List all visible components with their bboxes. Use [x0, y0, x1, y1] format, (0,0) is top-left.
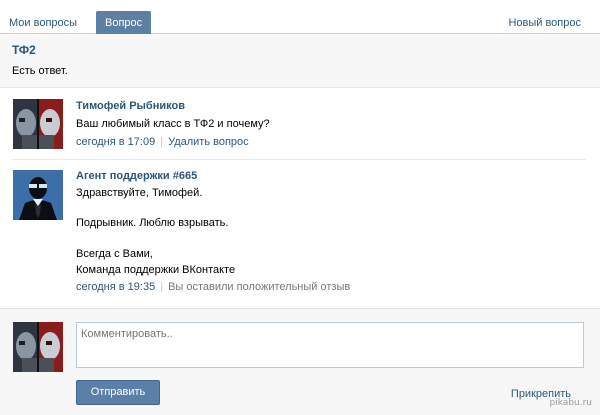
message-line: Здравствуйте, Тимофей. — [76, 187, 203, 199]
support-agent-avatar-icon — [13, 170, 63, 220]
question-header: ТФ2 Есть ответ. — [0, 34, 600, 88]
message-meta: сегодня в 17:09 | Удалить вопрос — [76, 136, 249, 148]
message-time[interactable]: сегодня в 19:35 — [76, 281, 155, 293]
tab-my-questions[interactable]: Мои вопросы — [0, 12, 86, 34]
tab-question[interactable]: Вопрос — [96, 11, 152, 35]
message-question: Тимофей Рыбников Ваш любимый класс в ТФ2… — [0, 98, 600, 158]
meta-separator: | — [160, 281, 164, 293]
avatar[interactable] — [13, 170, 63, 220]
question-title: ТФ2 — [12, 43, 36, 57]
message-author[interactable]: Агент поддержки #665 — [76, 170, 197, 182]
tab-bar: Мои вопросы Вопрос Новый вопрос — [0, 0, 600, 35]
watermark: pikabu.ru — [549, 398, 592, 408]
rating-note: Вы оставили положительный отзыв — [168, 281, 351, 293]
message-line: Всегда с Вами, — [76, 248, 153, 260]
message-author[interactable]: Тимофей Рыбников — [76, 100, 185, 112]
avatar[interactable] — [13, 99, 63, 149]
question-status: Есть ответ. — [12, 65, 68, 77]
message-line: Команда поддержки ВКонтакте — [76, 264, 236, 276]
message-answer: Агент поддержки #665 Здравствуйте, Тимоф… — [0, 170, 600, 298]
message-time[interactable]: сегодня в 17:09 — [76, 136, 155, 148]
message-text: Ваш любимый класс в ТФ2 и почему? — [76, 118, 270, 130]
new-question-link[interactable]: Новый вопрос — [499, 12, 590, 34]
message-meta: сегодня в 19:35 | Вы оставили положительны… — [76, 281, 350, 293]
user-avatar-icon — [13, 322, 63, 372]
send-button[interactable]: Отправить — [76, 380, 160, 405]
delete-question-link[interactable]: Удалить вопрос — [168, 136, 249, 148]
comment-composer: Отправить Прикрепить — [0, 308, 600, 415]
user-avatar-icon — [13, 99, 63, 149]
message-line: Подрывник. Люблю взрывать. — [76, 217, 229, 229]
avatar[interactable] — [13, 322, 63, 372]
meta-separator: | — [160, 136, 164, 148]
divider — [12, 159, 586, 160]
comment-input[interactable] — [76, 322, 584, 368]
